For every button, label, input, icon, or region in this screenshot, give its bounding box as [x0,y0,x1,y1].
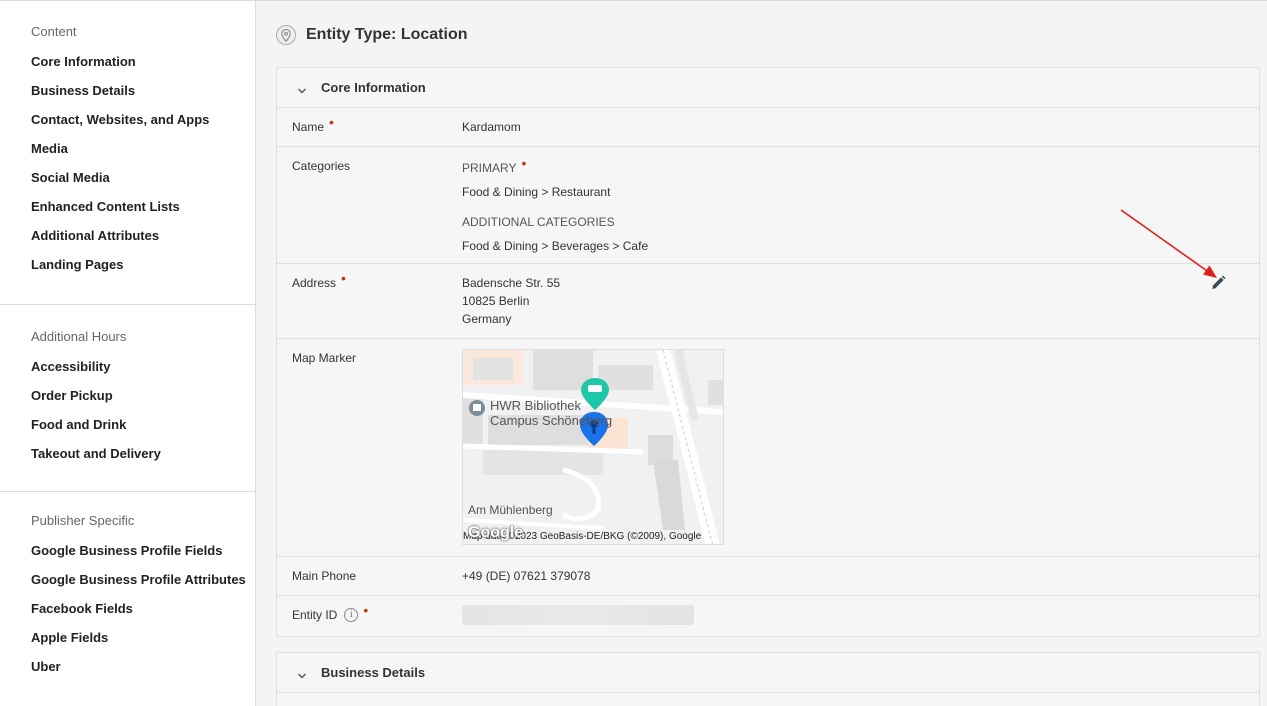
field-row-address[interactable]: Address • Badensche Str. 55 10825 Berlin … [277,264,1259,339]
info-icon[interactable]: i [344,608,359,622]
map-preview[interactable]: HWR Bibliothek Campus Schöneberg Am Mühl… [462,349,724,545]
panel-title: Business Details [321,665,426,680]
field-label-categories: Categories [292,159,350,173]
address-line: 10825 Berlin [462,294,530,308]
sidebar: Content Core Information Business Detail… [0,0,256,706]
field-label-map-marker: Map Marker [292,351,356,365]
primary-category-label: PRIMARY • [462,155,648,177]
field-value-entity-id [462,605,694,625]
google-logo: Google [468,524,524,541]
primary-category-value: Food & Dining > Restaurant [462,185,611,199]
required-indicator: • [329,114,334,130]
sidebar-heading: Publisher Specific [31,513,135,528]
map-place-label: HWR Bibliothek [490,398,582,413]
location-pin-icon [276,25,296,45]
field-label-main-phone: Main Phone [292,569,356,583]
sidebar-item-uber[interactable]: Uber [31,657,255,686]
field-row-categories[interactable]: Categories PRIMARY • Food & Dining > Rest… [277,147,1259,264]
sidebar-section-publisher-specific: Publisher Specific Google Business Profi… [0,492,255,700]
sidebar-item-accessibility[interactable]: Accessibility [31,357,255,386]
field-value-main-phone: +49 (DE) 07621 379078 [462,569,591,583]
map-street-label: Am Mühlenberg [468,503,553,517]
sidebar-item-core-information[interactable]: Core Information [31,52,255,81]
chevron-down-icon [297,83,307,93]
sidebar-item-facebook-fields[interactable]: Facebook Fields [31,599,255,628]
field-label-entity-id: Entity ID i • [292,603,368,622]
sidebar-heading: Content [31,24,77,39]
chevron-down-icon [297,668,307,678]
sidebar-item-order-pickup[interactable]: Order Pickup [31,386,255,415]
field-value-name: Kardamom [462,120,521,134]
sidebar-item-social-media[interactable]: Social Media [31,168,255,197]
field-row-entity-id[interactable]: Entity ID i • [277,596,1259,636]
core-information-panel-header[interactable]: Core Information [277,68,1259,108]
field-label-text: Entity ID [292,608,338,622]
field-row-main-phone[interactable]: Main Phone +49 (DE) 07621 379078 [277,557,1259,596]
panel-title: Core Information [321,80,426,95]
field-row-map-marker[interactable]: Map Marker HWR Bibliothek Campus Schöneb… [277,339,1259,557]
additional-category-value: Food & Dining > Beverages > Cafe [462,239,649,253]
sidebar-item-contact-websites-apps[interactable]: Contact, Websites, and Apps [31,110,255,139]
primary-label-text: PRIMARY [462,161,517,175]
core-information-panel: Core Information Name • Kardamom Categori… [276,67,1260,637]
field-value-address: Badensche Str. 55 10825 Berlin Germany [462,274,560,328]
sidebar-item-food-and-drink[interactable]: Food and Drink [31,415,255,444]
sidebar-item-media[interactable]: Media [31,139,255,168]
page-header: Entity Type: Location [276,23,467,47]
required-indicator: • [363,602,369,618]
sidebar-heading: Additional Hours [31,329,127,344]
required-indicator: • [341,270,346,286]
entity-id-redacted [462,605,694,625]
field-label-text: Map Marker [292,351,357,365]
sidebar-item-additional-attributes[interactable]: Additional Attributes [31,226,255,255]
sidebar-item-takeout-delivery[interactable]: Takeout and Delivery [31,444,255,473]
business-details-panel: Business Details [276,652,1260,706]
field-label-text: Categories [292,159,351,173]
map-place-label: Campus Schöneberg [490,413,613,428]
field-row-name[interactable]: Name • Kardamom [277,108,1259,147]
additional-categories-label: ADDITIONAL CATEGORIES [462,215,615,229]
address-line: Badensche Str. 55 [462,276,561,290]
sidebar-item-landing-pages[interactable]: Landing Pages [31,255,255,284]
field-label-name: Name • [292,115,334,134]
field-label-text: Main Phone [292,569,357,583]
business-details-panel-header[interactable]: Business Details [277,653,1259,693]
pencil-icon[interactable] [1209,274,1227,292]
main-content: Entity Type: Location Core Information N… [256,0,1267,706]
sidebar-section-content: Content Core Information Business Detail… [0,1,255,305]
field-label-address: Address • [292,271,346,290]
required-indicator: • [521,155,527,171]
sidebar-item-enhanced-content-lists[interactable]: Enhanced Content Lists [31,197,255,226]
sidebar-item-business-details[interactable]: Business Details [31,81,255,110]
sidebar-section-additional-hours: Additional Hours Accessibility Order Pic… [0,305,255,492]
field-label-text: Name [292,120,325,134]
field-label-text: Address [292,276,337,290]
sidebar-item-apple-fields[interactable]: Apple Fields [31,628,255,657]
sidebar-item-gbp-fields[interactable]: Google Business Profile Fields [31,541,255,570]
page-title: Entity Type: Location [306,26,468,43]
address-line: Germany [462,312,512,326]
sidebar-item-gbp-attributes[interactable]: Google Business Profile Attributes [31,570,255,599]
field-value-categories: PRIMARY • Food & Dining > Restaurant ADDI… [462,155,649,255]
